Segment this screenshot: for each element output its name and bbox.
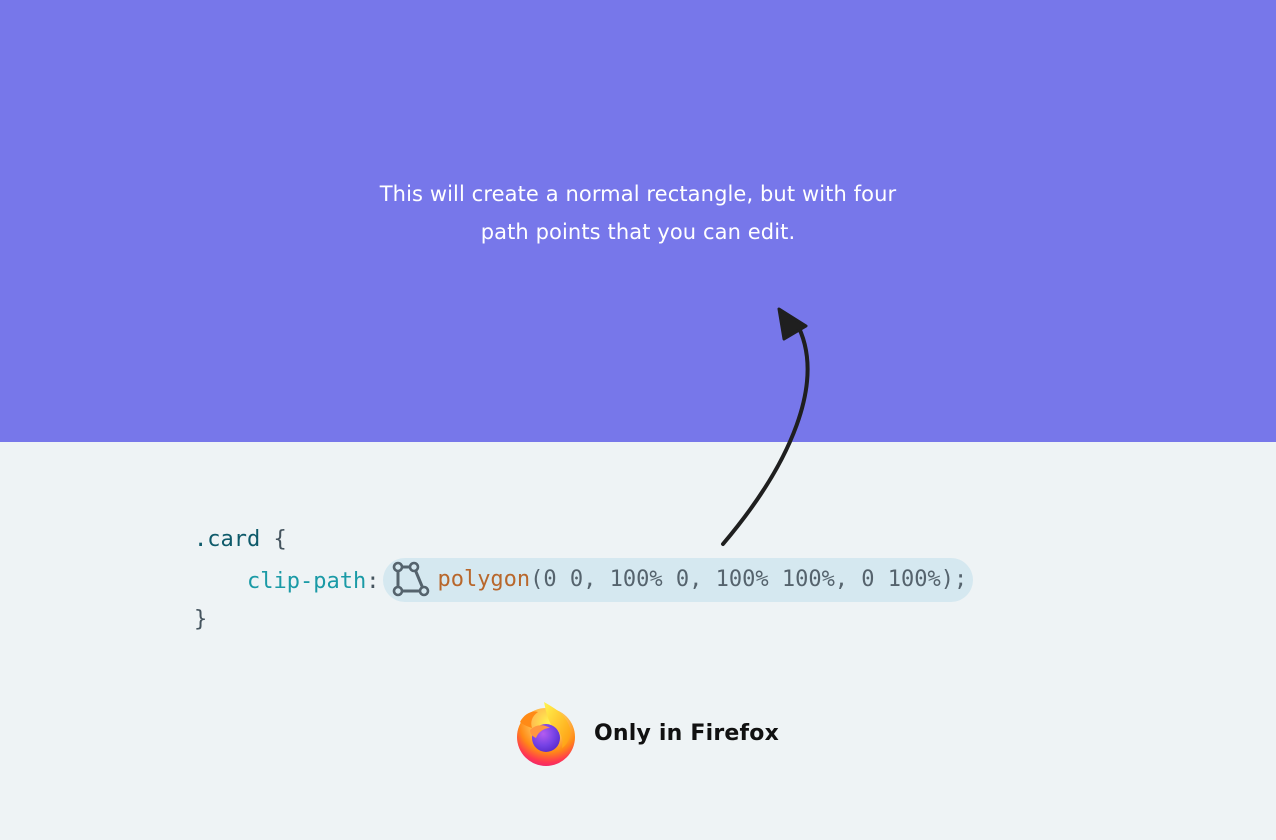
polygon-editor-icon[interactable] [391,560,431,600]
code-line-3: } [194,600,973,640]
firefox-logo-icon [517,702,575,766]
css-function-args: (0 0, 100% 0, 100% 100%, 0 100%); [530,567,968,592]
firefox-badge: Only in Firefox [514,700,779,766]
hero-caption-line-1: This will create a normal rectangle, but… [379,182,897,206]
css-property: clip-path [246,569,367,594]
hero-caption: This will create a normal rectangle, but… [338,175,938,251]
open-brace: { [273,527,287,552]
clip-path-value[interactable]: polygon (0 0, 100% 0, 100% 100%, 0 100%); [383,558,974,602]
css-function-name: polygon [437,567,531,592]
firefox-label: Only in Firefox [594,720,779,746]
close-brace: } [194,607,208,632]
hero-banner: This will create a normal rectangle, but… [0,0,1276,442]
code-block: .card { clip-path: polygon (0 0, 100% 0, 1… [194,520,974,640]
colon: : [366,569,380,594]
hero-caption-line-2: path points that you can edit. [480,220,796,244]
css-selector: .card [194,527,261,552]
code-line-2: clip-path: polygon (0 0, 100% 0, 100% 100%… [194,558,974,602]
code-line-1: .card { [194,520,973,560]
